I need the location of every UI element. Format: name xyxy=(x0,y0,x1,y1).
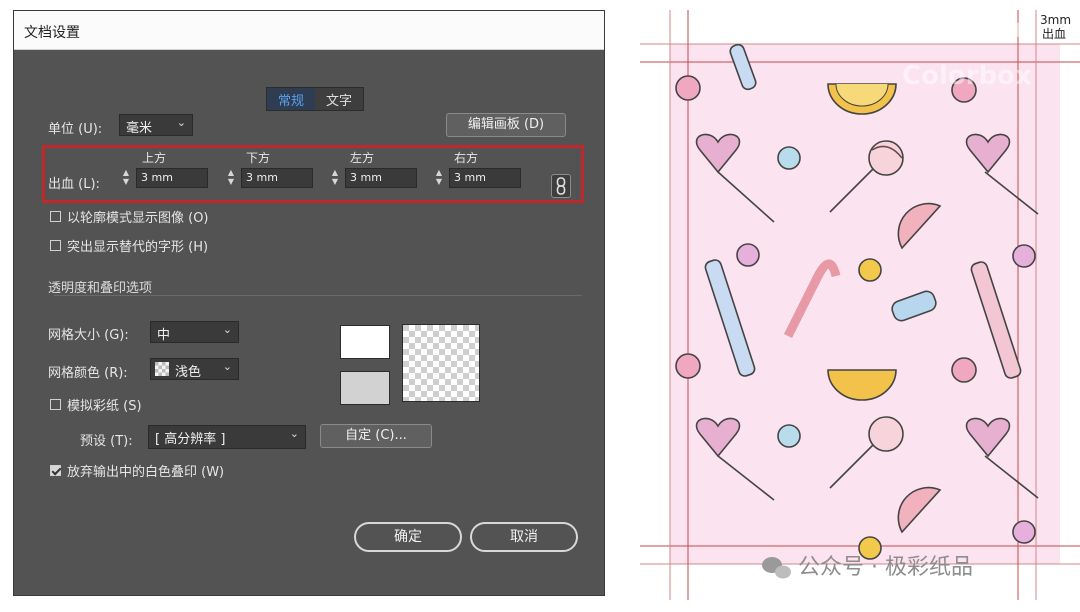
discard-white-overprint-label: 放弃输出中的白色叠印 (W) xyxy=(67,465,225,480)
watermark-latin-text: Colorbox xyxy=(902,61,1032,91)
grid-colors-label: 网格颜色 (R): xyxy=(48,366,128,381)
bleed-left-label: 左方 xyxy=(350,151,375,165)
stepper-arrows-icon[interactable]: ▲ ▼ xyxy=(120,168,132,188)
tab-type[interactable]: 文字 xyxy=(315,88,363,110)
bleed-top-input[interactable]: 3 mm xyxy=(136,168,208,188)
unit-select[interactable]: 毫米 ⌄ xyxy=(119,114,193,136)
discard-white-overprint-checkbox[interactable]: 放弃输出中的白色叠印 (W) xyxy=(50,461,224,480)
bleed-label: 出血 (L): xyxy=(48,177,100,192)
watermark-logo-text: 极彩纸品 xyxy=(902,7,1022,42)
dialog-titlebar[interactable]: 文档设置 xyxy=(14,11,604,50)
checker-swatch-icon xyxy=(155,362,169,376)
bleed-right-stepper[interactable]: ▲ ▼ 3 mm xyxy=(433,168,521,188)
bleed-bottom-input[interactable]: 3 mm xyxy=(241,168,313,188)
gray-color-swatch[interactable] xyxy=(340,371,390,405)
bleed-right-input[interactable]: 3 mm xyxy=(449,168,521,188)
custom-button[interactable]: 自定 (C)... xyxy=(320,424,432,448)
bleed-tag-label: 出血 xyxy=(1042,27,1066,41)
bleed-top-stepper[interactable]: ▲ ▼ 3 mm xyxy=(120,168,208,188)
chevron-down-icon: ⌄ xyxy=(222,360,232,373)
tab-bar: 常规 文字 xyxy=(266,87,365,111)
chain-link-icon xyxy=(556,177,566,195)
link-bleed-button[interactable] xyxy=(551,174,571,198)
grid-colors-select[interactable]: 浅色 ⌄ xyxy=(150,358,239,380)
stepper-arrows-icon[interactable]: ▲ ▼ xyxy=(433,168,445,188)
white-color-swatch[interactable] xyxy=(340,325,390,359)
bleed-bottom-label: 下方 xyxy=(246,151,271,165)
stepper-arrows-icon[interactable]: ▲ ▼ xyxy=(225,168,237,188)
simulate-paper-checkbox[interactable]: 模拟彩纸 (S) xyxy=(50,395,142,414)
grid-colors-value: 浅色 xyxy=(175,365,202,380)
checkbox-box[interactable] xyxy=(50,465,61,476)
candy-pattern-artwork: 3mm 出血 极彩纸品 Colorbox 公众号 · 极彩纸品 xyxy=(640,0,1080,608)
grid-size-label: 网格大小 (G): xyxy=(48,328,129,343)
tab-general[interactable]: 常规 xyxy=(267,88,316,110)
highlight-glyphs-label: 突出显示替代的字形 (H) xyxy=(67,240,209,255)
preset-label: 预设 (T): xyxy=(80,434,133,449)
chevron-down-icon: ⌄ xyxy=(176,116,186,129)
document-setup-dialog: 文档设置 常规 文字 单位 (U): 毫米 ⌄ 编辑画板 (D) 上方 下方 左… xyxy=(13,10,605,596)
stepper-arrows-icon[interactable]: ▲ ▼ xyxy=(329,168,341,188)
preset-select[interactable]: [ 高分辨率 ] ⌄ xyxy=(148,425,306,449)
edit-artboards-button[interactable]: 编辑画板 (D) xyxy=(446,113,566,137)
bleed-left-stepper[interactable]: ▲ ▼ 3 mm xyxy=(329,168,417,188)
bleed-top-label: 上方 xyxy=(142,151,167,165)
bleed-bottom-stepper[interactable]: ▲ ▼ 3 mm xyxy=(225,168,313,188)
checkbox-box[interactable] xyxy=(50,399,61,410)
bleed-right-label: 右方 xyxy=(454,151,479,165)
checkerboard-icon xyxy=(403,325,479,401)
grid-size-value: 中 xyxy=(157,328,171,343)
unit-value: 毫米 xyxy=(126,121,153,136)
unit-label: 单位 (U): xyxy=(48,122,103,137)
dialog-title: 文档设置 xyxy=(24,25,80,41)
chevron-down-icon: ⌄ xyxy=(222,323,232,336)
outline-mode-checkbox[interactable]: 以轮廓模式显示图像 (O) xyxy=(50,207,209,226)
bleed-tag-3mm: 3mm xyxy=(1040,13,1071,27)
preset-value: [ 高分辨率 ] xyxy=(155,432,226,447)
checkbox-box[interactable] xyxy=(50,211,61,222)
highlight-glyphs-checkbox[interactable]: 突出显示替代的字形 (H) xyxy=(50,236,208,255)
ok-button[interactable]: 确定 xyxy=(354,522,462,552)
grid-size-select[interactable]: 中 ⌄ xyxy=(150,321,239,343)
checkbox-box[interactable] xyxy=(50,240,61,251)
section-divider xyxy=(54,295,582,296)
outline-mode-label: 以轮廓模式显示图像 (O) xyxy=(67,211,209,226)
transparency-section-title: 透明度和叠印选项 xyxy=(48,281,153,296)
bleed-left-input[interactable]: 3 mm xyxy=(345,168,417,188)
cancel-button[interactable]: 取消 xyxy=(470,522,578,552)
transparency-grid-preview xyxy=(402,324,480,402)
artwork-canvas: 3mm 出血 极彩纸品 Colorbox 公众号 · 极彩纸品 xyxy=(640,7,1080,600)
chevron-down-icon: ⌄ xyxy=(289,427,299,440)
watermark-footer-text: 公众号 · 极彩纸品 xyxy=(798,555,973,580)
simulate-paper-label: 模拟彩纸 (S) xyxy=(67,399,142,414)
